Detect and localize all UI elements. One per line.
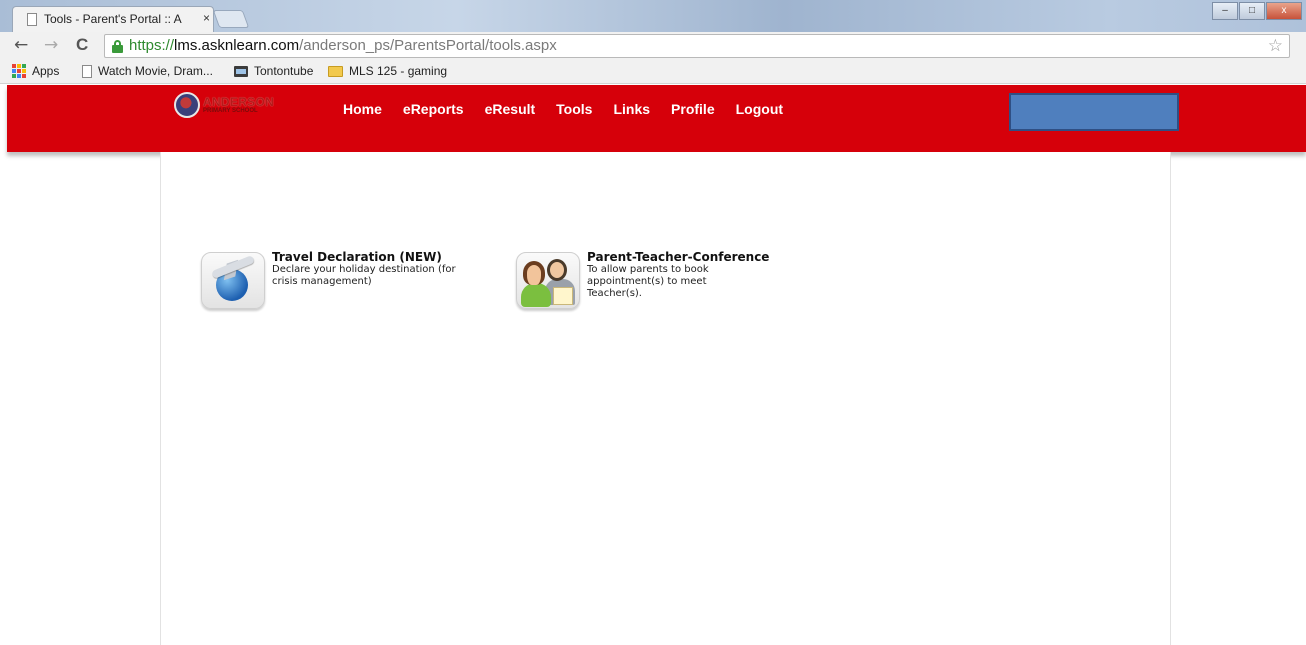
logo-subtitle: PRIMARY SCHOOL	[203, 108, 258, 114]
bookmark-apps[interactable]: Apps	[12, 64, 59, 78]
nav-links[interactable]: Links	[613, 101, 650, 117]
bookmark-mls-gaming[interactable]: MLS 125 - gaming	[328, 64, 447, 78]
bookmark-label: Apps	[32, 64, 60, 78]
reload-icon[interactable]: C	[76, 35, 88, 55]
back-arrow-icon[interactable]: ←	[14, 35, 28, 55]
new-tab-button[interactable]	[212, 10, 250, 28]
lock-icon	[112, 40, 123, 53]
bookmark-label: Watch Movie, Dram...	[98, 64, 213, 78]
address-bar[interactable]: https://lms.asknlearn.com/anderson_ps/Pa…	[104, 34, 1290, 58]
forward-arrow-icon[interactable]: →	[44, 35, 58, 55]
window-controls: – □ x	[1212, 2, 1302, 20]
bookmarks-bar: Apps Watch Movie, Dram... Tontontube MLS…	[0, 60, 1306, 84]
tool-description: Declare your holiday destination (for cr…	[272, 264, 456, 287]
tab-title: Tools - Parent's Portal :: A	[44, 12, 182, 26]
nav-logout[interactable]: Logout	[736, 101, 783, 117]
nav-ereports[interactable]: eReports	[403, 101, 464, 117]
main-content: Travel Declaration (NEW) Declare your ho…	[160, 152, 1171, 645]
tool-parent-teacher-conference[interactable]: Parent-Teacher-Conference To allow paren…	[516, 250, 769, 309]
tool-description: To allow parents to book appointment(s) …	[587, 264, 709, 299]
nav-tools[interactable]: Tools	[556, 101, 592, 117]
logo-name: ANDERSON	[203, 95, 275, 109]
browser-titlebar: Tools - Parent's Portal :: A × – □ x	[0, 0, 1306, 32]
url-host: lms.asknlearn.com	[174, 37, 300, 54]
url-path: /anderson_ps/ParentsPortal/tools.aspx	[299, 37, 557, 54]
film-icon	[234, 65, 248, 77]
url-scheme: https://	[129, 37, 175, 54]
url-text[interactable]: https://lms.asknlearn.com/anderson_ps/Pa…	[129, 37, 557, 54]
tool-travel-declaration[interactable]: Travel Declaration (NEW) Declare your ho…	[201, 250, 467, 309]
school-logo[interactable]: ANDERSON PRIMARY SCHOOL	[174, 92, 274, 118]
bookmark-label: Tontontube	[254, 64, 314, 78]
minimize-button[interactable]: –	[1212, 2, 1238, 20]
browser-toolbar: ← → C https://lms.asknlearn.com/anderson…	[0, 32, 1306, 60]
nav-profile[interactable]: Profile	[671, 101, 715, 117]
page-icon	[27, 13, 37, 26]
maximize-button[interactable]: □	[1239, 2, 1265, 20]
user-info-box	[1009, 93, 1179, 131]
tab-close-icon[interactable]: ×	[203, 11, 210, 25]
nav-eresult[interactable]: eResult	[485, 101, 536, 117]
bookmark-label: MLS 125 - gaming	[349, 64, 448, 78]
browser-tab[interactable]: Tools - Parent's Portal :: A ×	[12, 6, 214, 32]
close-window-button[interactable]: x	[1266, 2, 1302, 20]
parent-teacher-icon[interactable]	[516, 252, 580, 309]
bookmark-tontontube[interactable]: Tontontube	[234, 64, 313, 78]
folder-icon	[328, 65, 343, 77]
tool-title[interactable]: Parent-Teacher-Conference	[587, 250, 769, 264]
bookmark-watch-movie[interactable]: Watch Movie, Dram...	[82, 64, 213, 78]
nav-home[interactable]: Home	[343, 101, 382, 117]
bookmark-star-icon[interactable]: ☆	[1268, 36, 1283, 56]
tool-title[interactable]: Travel Declaration (NEW)	[272, 250, 467, 264]
main-nav: Home eReports eResult Tools Links Profil…	[343, 101, 804, 117]
apps-grid-icon	[12, 64, 26, 78]
school-crest-icon	[174, 92, 200, 118]
page-icon	[82, 64, 92, 78]
site-header: ANDERSON PRIMARY SCHOOL Home eReports eR…	[7, 85, 1306, 152]
globe-airplane-icon[interactable]	[201, 252, 265, 309]
